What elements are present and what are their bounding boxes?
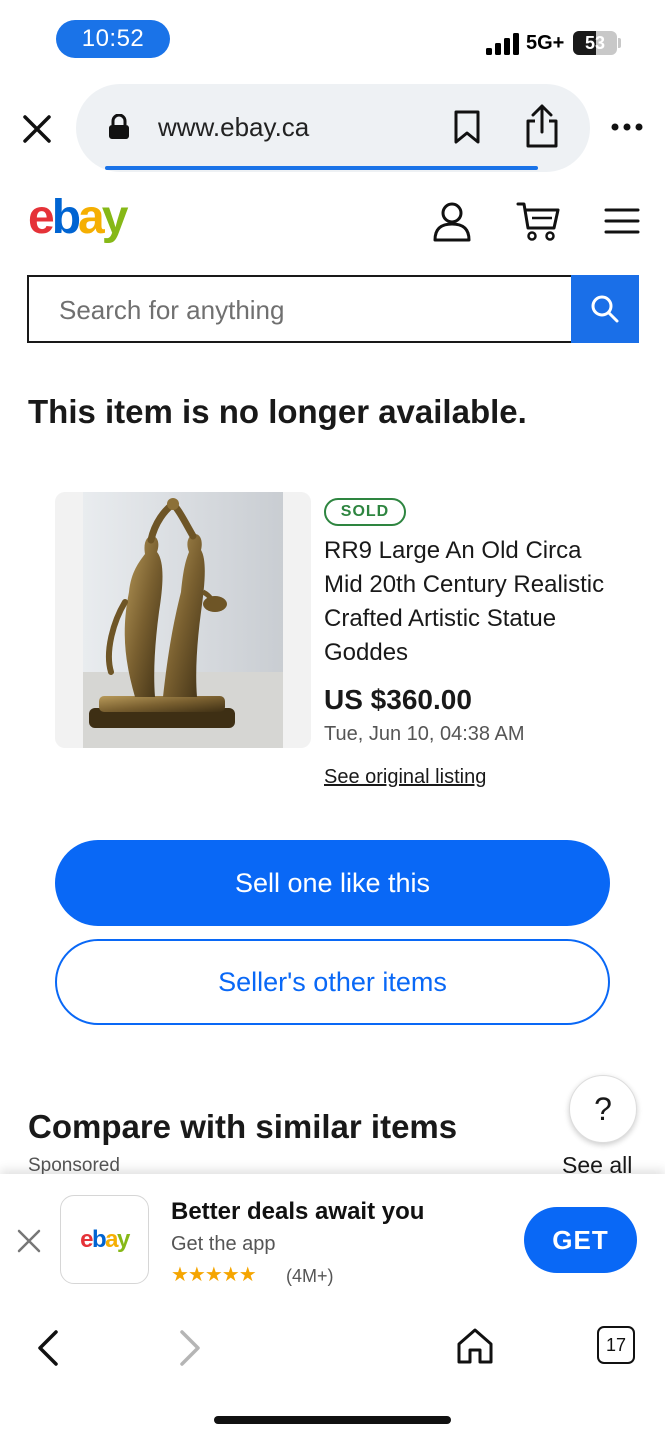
search-button[interactable] <box>571 275 639 343</box>
logo-letter: e <box>80 1225 93 1253</box>
page-title: This item is no longer available. <box>28 393 527 430</box>
network-type: 5G+ <box>526 32 565 54</box>
home-icon[interactable] <box>456 1326 494 1366</box>
status-bar: 10:52 5G+ 53 <box>0 0 665 80</box>
logo-letter: y <box>101 191 129 244</box>
ebay-logo[interactable]: ebay <box>28 188 129 248</box>
item-price: US $360.00 <box>324 684 472 715</box>
bookmark-icon[interactable] <box>452 110 482 144</box>
home-indicator <box>214 1416 451 1424</box>
battery-cap <box>618 38 621 48</box>
sold-badge: SOLD <box>324 498 406 526</box>
forward-icon[interactable] <box>176 1328 204 1368</box>
see-original-listing-link[interactable]: See original listing <box>324 766 486 789</box>
rating-stars: ★★★★★ <box>171 1264 257 1286</box>
item-image[interactable] <box>55 492 311 748</box>
menu-icon[interactable] <box>604 206 640 236</box>
close-banner-icon[interactable] <box>16 1228 42 1254</box>
search-input[interactable]: Search for anything <box>59 295 284 326</box>
browser-toolbar: 17 <box>0 1306 665 1440</box>
page-load-progress <box>105 166 538 170</box>
compare-section-title: Compare with similar items <box>28 1108 458 1145</box>
url-field[interactable] <box>76 84 590 172</box>
sold-date: Tue, Jun 10, 04:38 AM <box>324 723 525 745</box>
status-time: 10:52 <box>56 20 170 58</box>
signal-icon <box>486 33 519 55</box>
share-icon[interactable] <box>524 104 560 148</box>
sellers-other-items-button[interactable]: Seller's other items <box>55 939 610 1025</box>
battery-icon: 53 <box>573 31 617 55</box>
banner-title: Better deals await you <box>171 1198 425 1225</box>
logo-letter: y <box>117 1225 130 1253</box>
search-icon <box>591 295 619 323</box>
user-icon[interactable] <box>432 200 472 242</box>
back-icon[interactable] <box>34 1328 62 1368</box>
logo-letter: a <box>105 1225 118 1253</box>
logo-letter: b <box>51 191 81 244</box>
logo-letter: a <box>78 191 105 244</box>
banner-subtitle: Get the app <box>171 1233 276 1255</box>
more-icon[interactable] <box>610 122 644 132</box>
statue-image <box>83 492 283 748</box>
close-icon[interactable] <box>20 112 54 146</box>
battery-level: 53 <box>584 33 606 53</box>
browser-address-bar: www.ebay.ca <box>0 84 665 176</box>
logo-letter: e <box>28 191 55 244</box>
app-install-banner: ebay Better deals await you Get the app … <box>0 1174 665 1306</box>
search-box[interactable]: Search for anything <box>27 275 573 343</box>
item-title[interactable]: RR9 Large An Old Circa Mid 20th Century … <box>324 534 624 670</box>
help-button[interactable]: ? <box>569 1075 637 1143</box>
sell-one-like-this-button[interactable]: Sell one like this <box>55 840 610 926</box>
cart-icon[interactable] <box>516 200 560 242</box>
ebay-app-logo: ebay <box>60 1195 149 1284</box>
lock-icon <box>109 114 129 139</box>
get-app-button[interactable]: GET <box>524 1207 637 1273</box>
logo-letter: b <box>91 1225 107 1253</box>
rating-count: (4M+) <box>286 1266 334 1286</box>
url-text[interactable]: www.ebay.ca <box>158 112 309 143</box>
tabs-button[interactable]: 17 <box>597 1326 635 1364</box>
